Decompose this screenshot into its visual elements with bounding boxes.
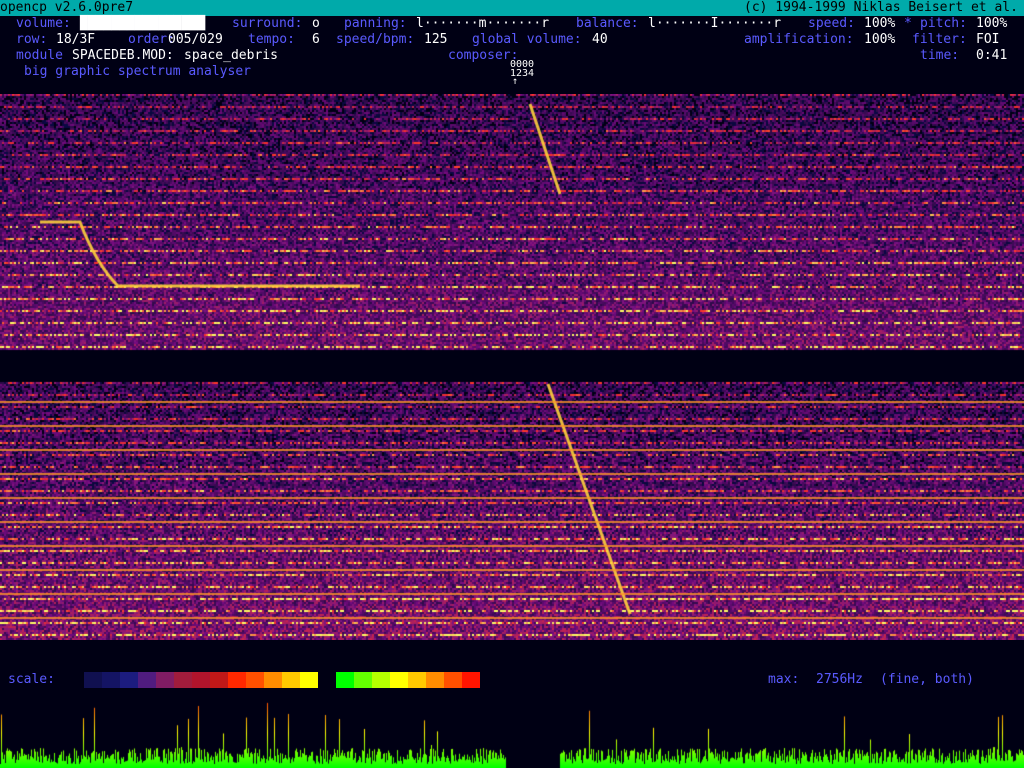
scale-swatch xyxy=(228,672,246,688)
panning-slider[interactable]: l·······m·······r xyxy=(416,16,549,32)
time-value: 0:41 xyxy=(976,48,1008,63)
scale-swatch xyxy=(318,672,336,688)
volume-bar[interactable]: ████████████████ xyxy=(80,16,205,32)
scale-swatch xyxy=(264,672,282,688)
time-label: time: xyxy=(920,48,960,63)
global-volume-value: 40 xyxy=(592,32,608,47)
scale-swatch xyxy=(282,672,300,688)
tempo-label: tempo: xyxy=(248,32,295,47)
scale-swatch xyxy=(372,672,390,688)
global-volume-label: global volume: xyxy=(472,32,582,47)
amplification-value[interactable]: 100% xyxy=(864,32,895,48)
scale-swatch xyxy=(300,672,318,688)
scale-swatch xyxy=(210,672,228,688)
amplification-label: amplification: xyxy=(744,32,854,47)
scale-swatch xyxy=(462,672,480,688)
scale-swatch xyxy=(444,672,462,688)
speed-pitch-lock-icon: * xyxy=(904,16,912,31)
scale-swatch xyxy=(102,672,120,688)
scale-swatch xyxy=(408,672,426,688)
volume-label: volume: xyxy=(16,16,71,31)
module-label: module xyxy=(16,48,63,63)
scale-swatch xyxy=(120,672,138,688)
scale-swatch xyxy=(354,672,372,688)
composer-label: composer: xyxy=(448,48,519,63)
row-label: row: xyxy=(16,32,48,47)
scale-label: scale: xyxy=(8,672,55,687)
pitch-label: pitch: xyxy=(920,16,967,31)
filter-value[interactable]: FOI xyxy=(976,32,999,48)
max-label: max: xyxy=(768,672,800,687)
pitch-value[interactable]: 100% xyxy=(976,16,1007,32)
filter-label: filter: xyxy=(912,32,967,47)
app-title: opencp v2.6.0pre7 xyxy=(0,0,134,15)
scale-swatch xyxy=(426,672,444,688)
module-file: SPACEDEB.MOD: xyxy=(72,48,174,63)
scale-swatch xyxy=(84,672,102,688)
speed-value[interactable]: 100% xyxy=(864,16,895,32)
channel-marker-icon: ↑ xyxy=(512,76,519,87)
scale-swatch xyxy=(192,672,210,688)
surround-label: surround: xyxy=(232,16,303,31)
scale-swatch xyxy=(246,672,264,688)
frequency-level-graph xyxy=(0,698,1024,768)
module-name: space_debris xyxy=(184,48,278,63)
scale-swatch xyxy=(336,672,354,688)
scale-swatch xyxy=(174,672,192,688)
surround-value[interactable]: o xyxy=(312,16,320,32)
analyser-mode: (fine, both) xyxy=(880,672,974,687)
scale-swatch xyxy=(138,672,156,688)
balance-label: balance: xyxy=(576,16,639,31)
scale-swatch xyxy=(390,672,408,688)
order-value: 005/029 xyxy=(168,32,223,47)
speedbpm-label: speed/bpm: xyxy=(336,32,415,47)
row-value: 18/3F xyxy=(56,32,96,47)
speed-label: speed: xyxy=(808,16,855,31)
panning-label: panning: xyxy=(344,16,407,31)
speedbpm-value: 125 xyxy=(424,32,448,47)
scale-swatch xyxy=(156,672,174,688)
mode-title: big graphic spectrum analyser xyxy=(24,64,251,79)
max-frequency: 2756Hz xyxy=(816,672,863,687)
balance-slider[interactable]: l·······I·······r xyxy=(648,16,781,32)
tempo-value: 6 xyxy=(312,32,320,47)
copyright-text: (c) 1994-1999 Niklas Beisert et al. xyxy=(744,0,1018,15)
spectrum-analyser xyxy=(0,94,1024,640)
color-scale-bar xyxy=(84,672,480,688)
